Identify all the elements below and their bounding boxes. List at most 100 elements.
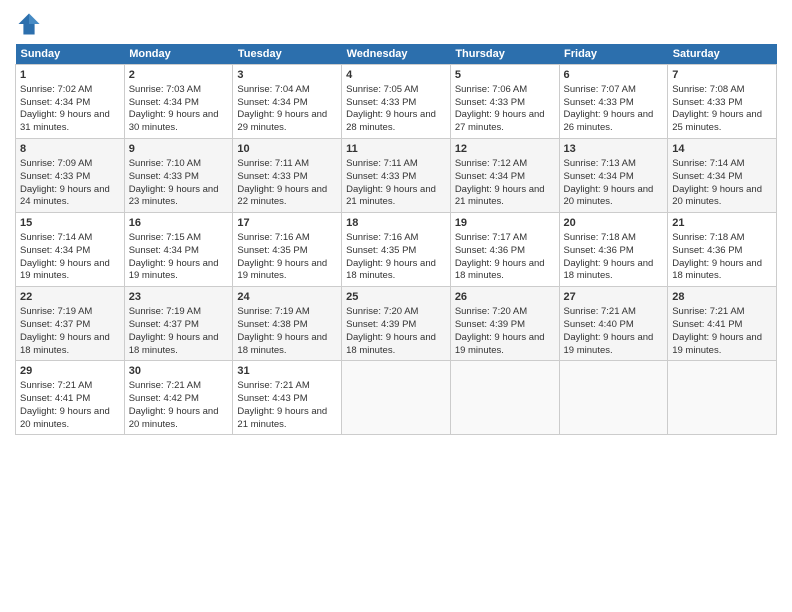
daylight-label: Daylight: 9 hours and 21 minutes. bbox=[346, 184, 436, 208]
calendar-header-row: SundayMondayTuesdayWednesdayThursdayFrid… bbox=[16, 44, 777, 65]
calendar-day-cell: 25Sunrise: 7:20 AMSunset: 4:39 PMDayligh… bbox=[342, 287, 451, 361]
day-of-week-header: Tuesday bbox=[233, 44, 342, 65]
sunrise-label: Sunrise: 7:02 AM bbox=[20, 84, 92, 95]
day-number: 2 bbox=[129, 68, 229, 83]
calendar-day-cell: 5Sunrise: 7:06 AMSunset: 4:33 PMDaylight… bbox=[450, 65, 559, 139]
day-number: 17 bbox=[237, 216, 337, 231]
sunrise-label: Sunrise: 7:11 AM bbox=[346, 158, 418, 169]
calendar-day-cell: 11Sunrise: 7:11 AMSunset: 4:33 PMDayligh… bbox=[342, 139, 451, 213]
logo-icon bbox=[15, 10, 43, 38]
sunrise-label: Sunrise: 7:18 AM bbox=[672, 232, 744, 243]
daylight-label: Daylight: 9 hours and 23 minutes. bbox=[129, 184, 219, 208]
daylight-label: Daylight: 9 hours and 31 minutes. bbox=[20, 109, 110, 133]
sunset-label: Sunset: 4:36 PM bbox=[672, 245, 742, 256]
daylight-label: Daylight: 9 hours and 28 minutes. bbox=[346, 109, 436, 133]
sunset-label: Sunset: 4:39 PM bbox=[346, 319, 416, 330]
day-of-week-header: Friday bbox=[559, 44, 668, 65]
calendar-day-cell: 26Sunrise: 7:20 AMSunset: 4:39 PMDayligh… bbox=[450, 287, 559, 361]
sunset-label: Sunset: 4:37 PM bbox=[129, 319, 199, 330]
daylight-label: Daylight: 9 hours and 18 minutes. bbox=[455, 258, 545, 282]
sunrise-label: Sunrise: 7:03 AM bbox=[129, 84, 201, 95]
daylight-label: Daylight: 9 hours and 18 minutes. bbox=[129, 332, 219, 356]
daylight-label: Daylight: 9 hours and 19 minutes. bbox=[564, 332, 654, 356]
calendar-day-cell: 7Sunrise: 7:08 AMSunset: 4:33 PMDaylight… bbox=[668, 65, 777, 139]
calendar-day-cell: 1Sunrise: 7:02 AMSunset: 4:34 PMDaylight… bbox=[16, 65, 125, 139]
sunrise-label: Sunrise: 7:11 AM bbox=[237, 158, 309, 169]
sunrise-label: Sunrise: 7:19 AM bbox=[129, 306, 201, 317]
sunset-label: Sunset: 4:34 PM bbox=[129, 97, 199, 108]
calendar-day-cell: 27Sunrise: 7:21 AMSunset: 4:40 PMDayligh… bbox=[559, 287, 668, 361]
calendar-week-row: 29Sunrise: 7:21 AMSunset: 4:41 PMDayligh… bbox=[16, 361, 777, 435]
day-of-week-header: Wednesday bbox=[342, 44, 451, 65]
calendar-day-cell: 28Sunrise: 7:21 AMSunset: 4:41 PMDayligh… bbox=[668, 287, 777, 361]
day-number: 1 bbox=[20, 68, 120, 83]
sunset-label: Sunset: 4:33 PM bbox=[20, 171, 90, 182]
sunset-label: Sunset: 4:35 PM bbox=[346, 245, 416, 256]
day-number: 31 bbox=[237, 364, 337, 379]
sunset-label: Sunset: 4:33 PM bbox=[237, 171, 307, 182]
calendar-day-cell: 3Sunrise: 7:04 AMSunset: 4:34 PMDaylight… bbox=[233, 65, 342, 139]
calendar-day-cell: 16Sunrise: 7:15 AMSunset: 4:34 PMDayligh… bbox=[124, 213, 233, 287]
sunset-label: Sunset: 4:33 PM bbox=[129, 171, 199, 182]
day-number: 16 bbox=[129, 216, 229, 231]
calendar-day-cell: 6Sunrise: 7:07 AMSunset: 4:33 PMDaylight… bbox=[559, 65, 668, 139]
calendar-day-cell: 4Sunrise: 7:05 AMSunset: 4:33 PMDaylight… bbox=[342, 65, 451, 139]
sunrise-label: Sunrise: 7:07 AM bbox=[564, 84, 636, 95]
sunrise-label: Sunrise: 7:19 AM bbox=[237, 306, 309, 317]
sunrise-label: Sunrise: 7:18 AM bbox=[564, 232, 636, 243]
calendar-day-cell: 19Sunrise: 7:17 AMSunset: 4:36 PMDayligh… bbox=[450, 213, 559, 287]
sunrise-label: Sunrise: 7:20 AM bbox=[455, 306, 527, 317]
sunset-label: Sunset: 4:39 PM bbox=[455, 319, 525, 330]
sunrise-label: Sunrise: 7:06 AM bbox=[455, 84, 527, 95]
sunrise-label: Sunrise: 7:21 AM bbox=[129, 380, 201, 391]
calendar-day-cell: 12Sunrise: 7:12 AMSunset: 4:34 PMDayligh… bbox=[450, 139, 559, 213]
daylight-label: Daylight: 9 hours and 18 minutes. bbox=[564, 258, 654, 282]
calendar-day-cell: 14Sunrise: 7:14 AMSunset: 4:34 PMDayligh… bbox=[668, 139, 777, 213]
daylight-label: Daylight: 9 hours and 20 minutes. bbox=[129, 406, 219, 430]
calendar-day-cell: 2Sunrise: 7:03 AMSunset: 4:34 PMDaylight… bbox=[124, 65, 233, 139]
sunrise-label: Sunrise: 7:10 AM bbox=[129, 158, 201, 169]
calendar-day-cell: 22Sunrise: 7:19 AMSunset: 4:37 PMDayligh… bbox=[16, 287, 125, 361]
header bbox=[15, 10, 777, 38]
daylight-label: Daylight: 9 hours and 19 minutes. bbox=[237, 258, 327, 282]
day-of-week-header: Monday bbox=[124, 44, 233, 65]
day-number: 30 bbox=[129, 364, 229, 379]
calendar-day-cell: 10Sunrise: 7:11 AM Sunset: 4:33 PM Dayligh… bbox=[233, 139, 342, 213]
daylight-label: Daylight: 9 hours and 25 minutes. bbox=[672, 109, 762, 133]
day-number: 12 bbox=[455, 142, 555, 157]
sunrise-label: Sunrise: 7:20 AM bbox=[346, 306, 418, 317]
sunrise-label: Sunrise: 7:14 AM bbox=[20, 232, 92, 243]
sunrise-label: Sunrise: 7:15 AM bbox=[129, 232, 201, 243]
calendar-table: SundayMondayTuesdayWednesdayThursdayFrid… bbox=[15, 44, 777, 435]
sunset-label: Sunset: 4:41 PM bbox=[20, 393, 90, 404]
day-number: 8 bbox=[20, 142, 120, 157]
sunrise-label: Sunrise: 7:05 AM bbox=[346, 84, 418, 95]
sunset-label: Sunset: 4:34 PM bbox=[455, 171, 525, 182]
daylight-label: Daylight: 9 hours and 18 minutes. bbox=[237, 332, 327, 356]
sunset-label: Sunset: 4:34 PM bbox=[564, 171, 634, 182]
sunrise-label: Sunrise: 7:21 AM bbox=[20, 380, 92, 391]
sunset-label: Sunset: 4:33 PM bbox=[564, 97, 634, 108]
daylight-label: Daylight: 9 hours and 22 minutes. bbox=[237, 184, 327, 208]
day-number: 10 bbox=[237, 142, 337, 157]
daylight-label: Daylight: 9 hours and 29 minutes. bbox=[237, 109, 327, 133]
daylight-label: Daylight: 9 hours and 20 minutes. bbox=[20, 406, 110, 430]
daylight-label: Daylight: 9 hours and 24 minutes. bbox=[20, 184, 110, 208]
sunrise-label: Sunrise: 7:19 AM bbox=[20, 306, 92, 317]
calendar-day-cell: 23Sunrise: 7:19 AMSunset: 4:37 PMDayligh… bbox=[124, 287, 233, 361]
sunset-label: Sunset: 4:33 PM bbox=[672, 97, 742, 108]
daylight-label: Daylight: 9 hours and 20 minutes. bbox=[564, 184, 654, 208]
calendar-day-cell: 20Sunrise: 7:18 AMSunset: 4:36 PMDayligh… bbox=[559, 213, 668, 287]
daylight-label: Daylight: 9 hours and 20 minutes. bbox=[672, 184, 762, 208]
daylight-label: Daylight: 9 hours and 18 minutes. bbox=[346, 332, 436, 356]
daylight-label: Daylight: 9 hours and 19 minutes. bbox=[20, 258, 110, 282]
daylight-label: Daylight: 9 hours and 18 minutes. bbox=[346, 258, 436, 282]
day-number: 27 bbox=[564, 290, 664, 305]
calendar-day-cell: 29Sunrise: 7:21 AMSunset: 4:41 PMDayligh… bbox=[16, 361, 125, 435]
day-number: 18 bbox=[346, 216, 446, 231]
sunset-label: Sunset: 4:33 PM bbox=[346, 171, 416, 182]
sunrise-label: Sunrise: 7:04 AM bbox=[237, 84, 309, 95]
day-number: 22 bbox=[20, 290, 120, 305]
sunset-label: Sunset: 4:36 PM bbox=[564, 245, 634, 256]
day-of-week-header: Saturday bbox=[668, 44, 777, 65]
